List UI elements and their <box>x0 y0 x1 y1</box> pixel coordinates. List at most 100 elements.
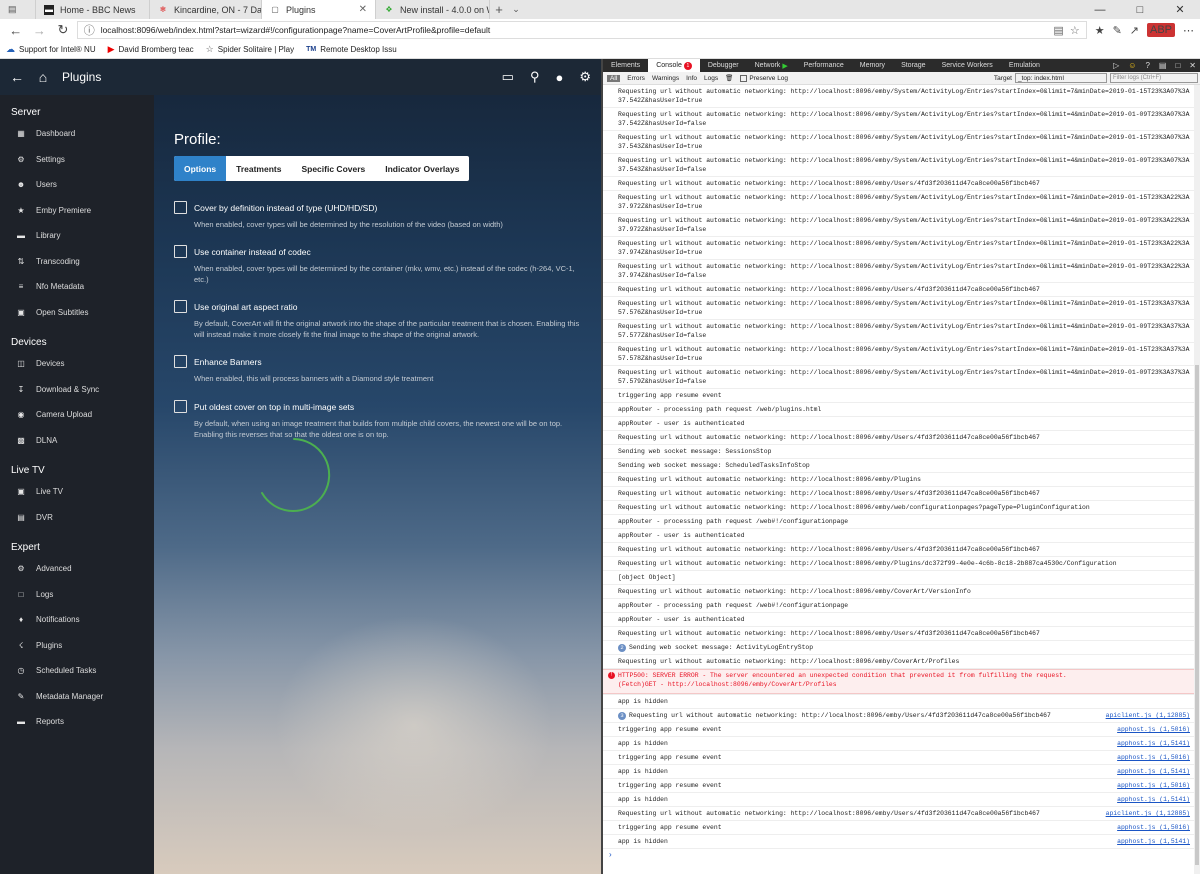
devtools-tab-debugger[interactable]: Debugger <box>700 59 747 72</box>
devtools-tab-elements[interactable]: Elements <box>603 59 648 72</box>
sidebar-item-dlna[interactable]: ▩ DLNA <box>0 428 154 454</box>
close-window-icon[interactable]: ✕ <box>1160 0 1200 19</box>
sidebar-item-nfo-metadata[interactable]: ≡ Nfo Metadata <box>0 274 154 300</box>
devtools-tab-performance[interactable]: Performance <box>796 59 852 72</box>
console-prompt-icon[interactable]: › <box>609 850 612 859</box>
sidebar-item-dvr[interactable]: ▤ DVR <box>0 505 154 531</box>
sidebar-item-dashboard[interactable]: ▦ Dashboard <box>0 121 154 147</box>
maximize-icon[interactable]: □ <box>1120 0 1160 19</box>
reading-view-icon[interactable]: ▤ <box>1053 24 1063 37</box>
back-arrow-icon[interactable]: ← <box>10 69 30 85</box>
source-link[interactable]: apphost.js (1,5016) <box>1117 753 1190 762</box>
sidebar-item-reports[interactable]: ▬ Reports <box>0 709 154 735</box>
favorite-solitaire[interactable]: ☆ Spider Solitaire | Play <box>206 44 294 55</box>
browser-tab-plugins[interactable]: ▢ Plugins ✕ <box>262 0 376 19</box>
sidebar-item-settings[interactable]: ⚙ Settings <box>0 147 154 173</box>
sidebar-item-metadata-manager[interactable]: ✎ Metadata Manager <box>0 684 154 710</box>
adblock-icon[interactable]: ABP <box>1147 23 1176 37</box>
sidebar-item-scheduled-tasks[interactable]: ◷ Scheduled Tasks <box>0 658 154 684</box>
user-icon[interactable]: ● <box>555 70 563 85</box>
filter-all-button[interactable]: All <box>607 74 621 82</box>
minimize-icon[interactable]: — <box>1080 0 1120 19</box>
tab-treatments[interactable]: Treatments <box>226 156 291 181</box>
filter-logs-button[interactable]: Logs <box>704 75 718 82</box>
filter-errors-button[interactable]: Errors <box>627 75 645 82</box>
devtools-tab-console[interactable]: Console 1 <box>648 59 700 72</box>
source-link[interactable]: apiclient.js (1,12885) <box>1106 809 1190 818</box>
favorite-youtube[interactable]: ▶ David Bromberg teac <box>108 44 194 55</box>
console-log-line: app is hidden apphost.js (1,5141) <box>618 837 1190 846</box>
tab-specific-covers[interactable]: Specific Covers <box>291 156 375 181</box>
filter-info-button[interactable]: Info <box>686 75 697 82</box>
filter-logs-input[interactable]: Filter logs (Ctrl+F) <box>1110 73 1198 83</box>
devtools-tab-memory[interactable]: Memory <box>852 59 893 72</box>
filter-warnings-button[interactable]: Warnings <box>652 75 679 82</box>
sidebar-item-devices[interactable]: ◫ Devices <box>0 351 154 377</box>
devtools-tab-service-workers[interactable]: Service Workers <box>934 59 1001 72</box>
tab-options[interactable]: Options <box>174 156 227 181</box>
tab-list-chevron-icon[interactable]: ⌄ <box>508 0 524 19</box>
source-link[interactable]: apphost.js (1,5141) <box>1117 837 1190 846</box>
browser-tab-bbc[interactable]: ▬ Home - BBC News <box>36 0 150 19</box>
share-icon[interactable]: ↗ <box>1130 24 1139 37</box>
favorite-intel[interactable]: ☁ Support for Intel® NU <box>6 44 96 55</box>
source-link[interactable]: apphost.js (1,5141) <box>1117 795 1190 804</box>
refresh-icon[interactable]: ↻ <box>53 20 73 40</box>
sidebar-item-emby-premiere[interactable]: ★ Emby Premiere <box>0 198 154 224</box>
use-container-checkbox[interactable] <box>174 245 187 258</box>
devtools-tab-network[interactable]: Network ▶ <box>747 59 796 72</box>
favorite-remote-desktop[interactable]: TM Remote Desktop Issu <box>306 45 397 54</box>
sidebar-item-camera-upload[interactable]: ◉ Camera Upload <box>0 402 154 428</box>
tab-indicator-overlays[interactable]: Indicator Overlays <box>375 156 469 181</box>
favorites-hub-icon[interactable]: ★ <box>1095 24 1105 37</box>
home-icon[interactable]: ⌂ <box>30 69 56 85</box>
help-icon[interactable]: ? <box>1145 61 1149 70</box>
browser-tab-install[interactable]: ❖ New install - 4.0.0 on Windo <box>376 0 490 19</box>
forward-icon[interactable]: → <box>30 20 50 40</box>
console-scrollbar[interactable] <box>1194 85 1200 874</box>
pen-icon[interactable]: ✎ <box>1113 24 1122 37</box>
source-link[interactable]: apphost.js (1,5016) <box>1117 781 1190 790</box>
sidebar-item-notifications[interactable]: ♦ Notifications <box>0 607 154 633</box>
source-link[interactable]: apphost.js (1,5141) <box>1117 767 1190 776</box>
smiley-feedback-icon[interactable]: ☺ <box>1128 61 1136 70</box>
scrollbar-thumb[interactable] <box>1195 365 1199 865</box>
sidebar-item-library[interactable]: ▬ Library <box>0 223 154 249</box>
devtools-tab-storage[interactable]: Storage <box>893 59 934 72</box>
cover-by-definition-checkbox[interactable] <box>174 201 187 214</box>
sidebar-item-users[interactable]: ☻ Users <box>0 172 154 198</box>
clear-console-icon[interactable]: 🗑 <box>725 74 733 82</box>
oldest-cover-checkbox[interactable] <box>174 400 187 413</box>
preserve-log-checkbox[interactable] <box>740 74 748 82</box>
sidebar-item-live-tv[interactable]: ▣ Live TV <box>0 479 154 505</box>
enhance-banners-checkbox[interactable] <box>174 355 187 368</box>
gear-icon[interactable]: ⚙ <box>579 69 591 85</box>
undock-icon[interactable]: □ <box>1175 61 1180 70</box>
sidebar-item-advanced[interactable]: ⚙ Advanced <box>0 556 154 582</box>
source-link[interactable]: apphost.js (1,5016) <box>1117 823 1190 832</box>
close-tab-icon[interactable]: ✕ <box>359 4 367 15</box>
original-aspect-ratio-checkbox[interactable] <box>174 300 187 313</box>
devtools-tab-emulation[interactable]: Emulation <box>1001 59 1048 72</box>
close-devtools-icon[interactable]: ✕ <box>1189 61 1196 70</box>
sidebar-item-logs[interactable]: □ Logs <box>0 582 154 608</box>
back-icon[interactable]: ← <box>6 20 26 40</box>
source-link[interactable]: apphost.js (1,5141) <box>1117 739 1190 748</box>
sidebar-item-transcoding[interactable]: ⇅ Transcoding <box>0 249 154 275</box>
new-tab-button[interactable]: + <box>490 0 508 19</box>
cast-icon[interactable]: ▭ <box>502 69 514 85</box>
sidebar-item-open-subtitles[interactable]: ▣ Open Subtitles <box>0 300 154 326</box>
search-icon[interactable]: ⚲ <box>530 69 540 85</box>
sidebar-item-plugins[interactable]: ☇ Plugins <box>0 633 154 659</box>
sidebar-item-download-sync[interactable]: ↧ Download & Sync <box>0 377 154 403</box>
source-link[interactable]: apphost.js (1,5016) <box>1117 725 1190 734</box>
tab-actions-button[interactable]: ▤ <box>0 0 36 19</box>
more-icon[interactable]: ⋯ <box>1183 24 1194 37</box>
url-field[interactable]: ⓘ localhost:8096/web/index.html?start=wi… <box>76 21 1087 39</box>
favorite-star-icon[interactable]: ☆ <box>1070 24 1080 37</box>
dock-icon[interactable]: ▤ <box>1159 61 1167 70</box>
target-select[interactable]: _top: index.html <box>1015 73 1107 83</box>
console-drawer-icon[interactable]: ▷ <box>1113 61 1119 70</box>
source-link[interactable]: apiclient.js (1,12885) <box>1106 711 1190 720</box>
browser-tab-weather[interactable]: ❄ Kincardine, ON - 7 Day Fore <box>150 0 262 19</box>
